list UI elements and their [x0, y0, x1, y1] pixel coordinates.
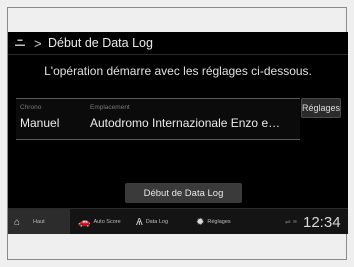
data-log-icon: Ѧ [136, 216, 143, 228]
brand-logo-icon: ▬ ▬▬ [15, 37, 25, 48]
instruction-text: L'opération démarre avec les réglages ci… [44, 64, 312, 78]
tab-auto-score-label: Auto Score [93, 219, 121, 225]
tab-home-label: Haut [33, 219, 45, 225]
settings-summary: Chrono Manuel Emplacement Autodromo Inte… [16, 98, 341, 140]
location-label: Emplacement [90, 104, 130, 111]
back-chevron-icon[interactable]: > [34, 36, 42, 51]
start-data-log-button[interactable]: Début de Data Log [125, 183, 242, 203]
bottom-bar: ⌂ Haut 🚗 Auto Score Ѧ Data Log ✹ Réglage… [8, 208, 348, 234]
tab-settings[interactable]: ✹ Réglages [196, 209, 231, 234]
chrono-value: Manuel [20, 116, 60, 130]
car-icon: 🚗 [78, 216, 91, 228]
tab-home[interactable]: ⌂ Haut [8, 209, 70, 234]
home-icon: ⌂ [14, 216, 21, 228]
page-title: Début de Data Log [48, 36, 153, 50]
tab-data-log[interactable]: Ѧ Data Log [136, 209, 168, 234]
tab-data-log-label: Data Log [145, 219, 169, 225]
settings-button[interactable]: Réglages [301, 98, 341, 118]
location-value: Autodromo Internazionale Enzo e… [90, 116, 281, 130]
title-bar: ▬ ▬▬ > Début de Data Log [8, 32, 348, 55]
signal-icon: ⇌ ≡ [285, 219, 297, 226]
clock: 12:34 [303, 214, 341, 231]
tab-auto-score[interactable]: 🚗 Auto Score [78, 209, 121, 234]
gear-icon: ✹ [196, 216, 205, 228]
display-screen: ▬ ▬▬ > Début de Data Log L'opération déma… [8, 32, 348, 234]
settings-summary-box: Chrono Manuel Emplacement Autodromo Inte… [16, 98, 300, 140]
chrono-label: Chrono [20, 104, 42, 111]
tab-settings-label: Réglages [207, 219, 231, 225]
